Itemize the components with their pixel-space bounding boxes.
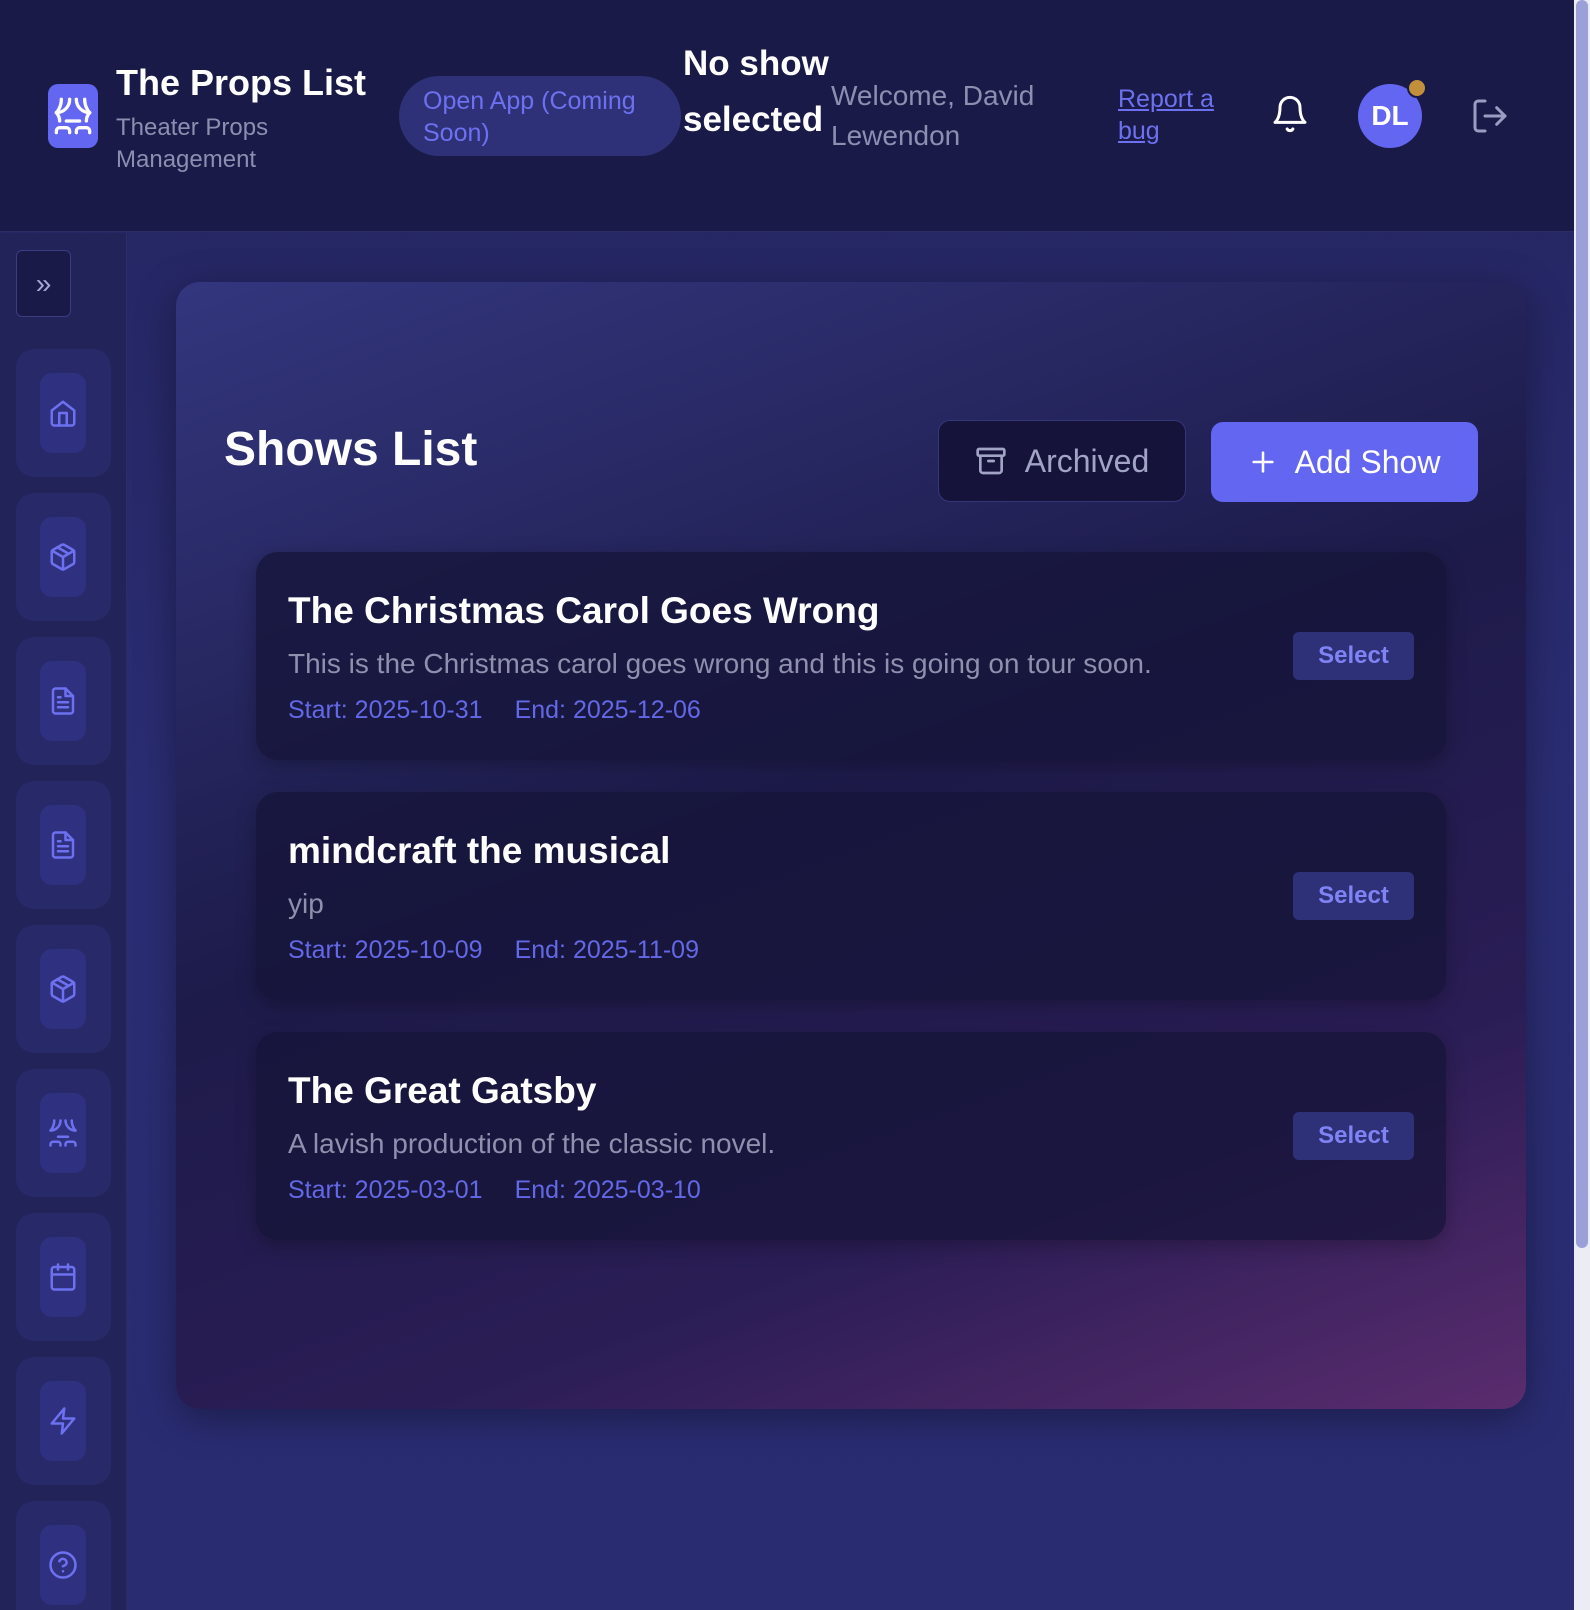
current-show-label: No show selected xyxy=(683,44,829,139)
archived-label: Archived xyxy=(1024,442,1150,479)
report-bug-link[interactable]: Report a bug xyxy=(1118,83,1228,147)
notifications-button[interactable] xyxy=(1270,94,1310,134)
shows-panel: Shows List Archived Add Show The Christm… xyxy=(176,282,1526,1409)
sidebar-item-inner xyxy=(40,661,86,741)
show-start-date: Start: 2025-10-31 xyxy=(288,696,483,724)
archived-button[interactable]: Archived xyxy=(938,420,1186,502)
box-icon xyxy=(50,543,76,571)
select-show-button[interactable]: Select xyxy=(1293,872,1414,920)
logout-icon xyxy=(1473,99,1507,133)
sidebar-expand-button[interactable]: » xyxy=(16,250,71,317)
theater-masks-icon xyxy=(54,97,92,135)
sidebar-item-inner xyxy=(40,805,86,885)
show-description: This is the Christmas carol goes wrong a… xyxy=(288,648,1152,679)
sidebar-item-inner xyxy=(40,1525,86,1605)
brand-subtitle: Theater Props Management xyxy=(116,114,269,173)
sidebar-item-home[interactable] xyxy=(16,349,111,477)
sidebar-item-inner xyxy=(40,949,86,1029)
show-start-date: Start: 2025-03-01 xyxy=(288,1176,483,1204)
show-start-date: Start: 2025-10-09 xyxy=(288,936,483,964)
show-end-date: End: 2025-11-09 xyxy=(514,936,699,964)
sidebar-item-props[interactable] xyxy=(16,493,111,621)
show-end-date: End: 2025-12-06 xyxy=(514,696,701,724)
lightning-icon xyxy=(50,1407,76,1435)
select-show-button[interactable]: Select xyxy=(1293,1112,1414,1160)
help-circle-icon xyxy=(49,1551,77,1579)
sidebar-item-reports[interactable] xyxy=(16,781,111,909)
sidebar-item-inventory[interactable] xyxy=(16,925,111,1053)
sidebar-item-inner xyxy=(40,1381,86,1461)
add-show-label: Add Show xyxy=(1294,443,1441,480)
sidebar-item-inner xyxy=(40,1093,86,1173)
sidebar: » xyxy=(0,233,127,1610)
app-logo[interactable] xyxy=(48,84,98,148)
show-card: The Christmas Carol Goes Wrong This is t… xyxy=(256,552,1446,760)
sidebar-item-calendar[interactable] xyxy=(16,1213,111,1341)
box-icon xyxy=(50,975,76,1003)
sidebar-item-shows[interactable] xyxy=(16,1069,111,1197)
app-header: The Props List Theater Props Management … xyxy=(0,0,1574,232)
sidebar-item-documents[interactable] xyxy=(16,637,111,765)
document-icon xyxy=(51,687,75,715)
show-dates: Start: 2025-10-31 End: 2025-12-06 xyxy=(288,696,701,725)
show-dates: Start: 2025-10-09 End: 2025-11-09 xyxy=(288,936,699,965)
select-show-button[interactable]: Select xyxy=(1293,632,1414,680)
show-card: The Great Gatsby A lavish production of … xyxy=(256,1032,1446,1240)
chevrons-right-icon: » xyxy=(35,267,52,299)
sidebar-item-help[interactable] xyxy=(16,1501,111,1610)
logout-button[interactable] xyxy=(1470,96,1510,136)
show-description: A lavish production of the classic novel… xyxy=(288,1128,776,1159)
calendar-icon xyxy=(50,1263,76,1291)
add-show-button[interactable]: Add Show xyxy=(1211,422,1478,502)
sidebar-item-inner xyxy=(40,373,86,453)
status-dot xyxy=(1407,78,1427,98)
scrollbar-thumb[interactable] xyxy=(1576,0,1588,1248)
theater-masks-icon xyxy=(49,1119,77,1147)
plus-icon xyxy=(1251,451,1274,473)
brand-title: The Props List xyxy=(116,62,367,103)
open-app-button[interactable]: Open App (Coming Soon) xyxy=(399,76,681,156)
sidebar-item-inner xyxy=(40,517,86,597)
show-card: mindcraft the musical yip Start: 2025-10… xyxy=(256,792,1446,1000)
sidebar-item-inner xyxy=(40,1237,86,1317)
archive-icon xyxy=(976,447,1006,475)
document-icon xyxy=(51,831,75,859)
welcome-text: Welcome, David Lewendon xyxy=(831,80,1035,151)
show-title: mindcraft the musical xyxy=(288,830,671,871)
show-end-date: End: 2025-03-10 xyxy=(514,1176,701,1204)
show-title: The Great Gatsby xyxy=(288,1070,597,1111)
page-title: Shows List xyxy=(224,423,478,476)
bell-icon xyxy=(1273,95,1307,133)
show-dates: Start: 2025-03-01 End: 2025-03-10 xyxy=(288,1176,701,1205)
home-icon xyxy=(50,400,76,427)
show-description: yip xyxy=(288,888,324,919)
sidebar-item-quick-actions[interactable] xyxy=(16,1357,111,1485)
show-title: The Christmas Carol Goes Wrong xyxy=(288,590,880,631)
